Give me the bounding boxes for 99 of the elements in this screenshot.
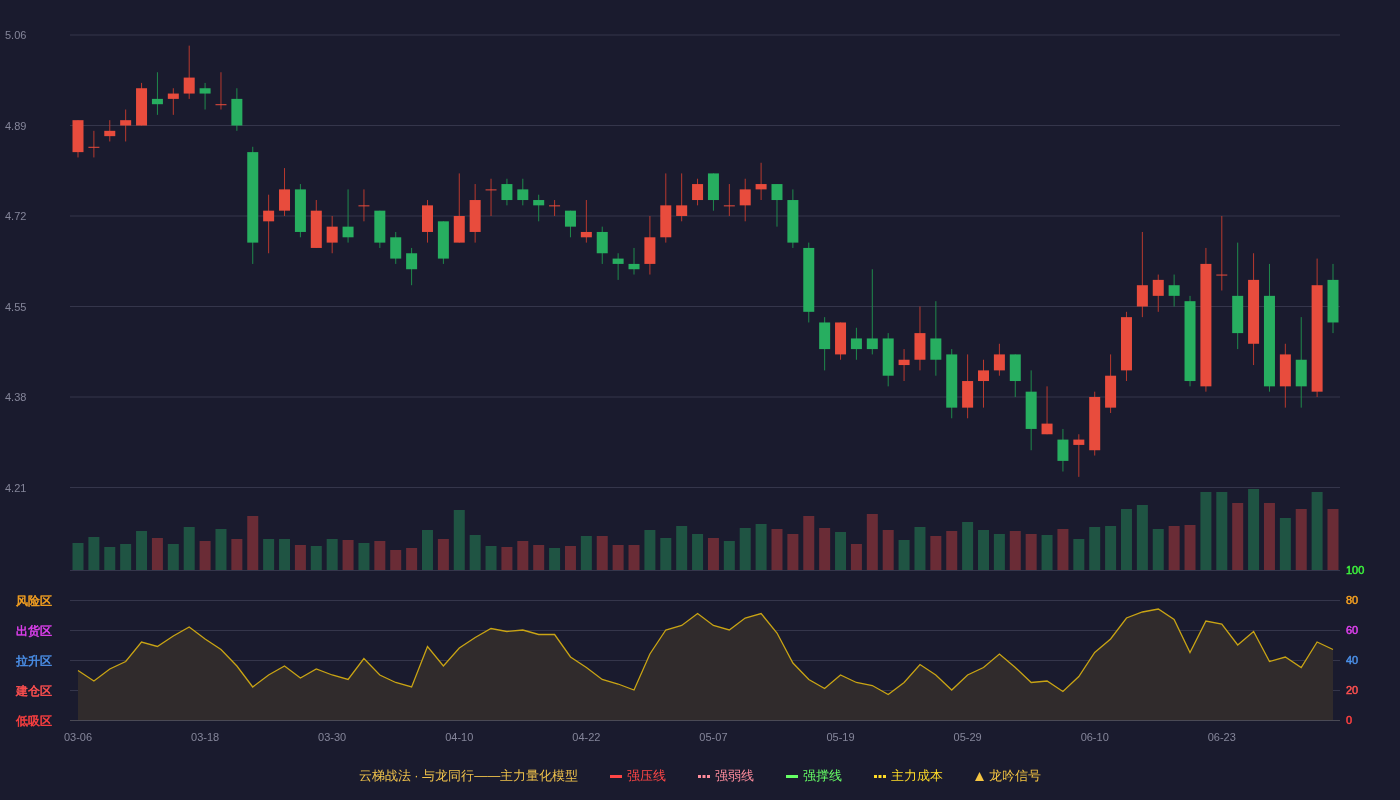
candle (580, 199, 592, 244)
candle (167, 87, 179, 116)
candle (294, 183, 306, 238)
date-tick-label: 04-22 (572, 731, 601, 743)
candle (406, 247, 418, 286)
candle (1168, 274, 1180, 307)
candle (183, 45, 195, 100)
level-tick-label: 0 (1346, 714, 1353, 726)
candle (533, 194, 545, 222)
level-tick-label: 60 (1346, 624, 1359, 636)
candle (1121, 311, 1132, 382)
candle (199, 82, 211, 111)
level-tick-label: 20 (1346, 684, 1359, 696)
candle (151, 71, 163, 116)
date-tick-label: 06-23 (1207, 731, 1236, 743)
date-tick-label: 03-18 (191, 731, 220, 743)
candle (390, 231, 402, 265)
candle (136, 82, 148, 126)
candle (978, 359, 989, 409)
level-tick-label: 40 (1346, 654, 1359, 666)
zone-label: 拉升区 (16, 654, 52, 668)
price-tick-label: 4.55 (5, 300, 27, 313)
candle (707, 172, 719, 212)
candle (850, 327, 862, 361)
candle (993, 343, 1005, 377)
candle (898, 348, 910, 382)
candle (692, 178, 704, 206)
candle (104, 119, 116, 142)
candle (1105, 353, 1117, 414)
candle (771, 183, 783, 228)
candle (469, 183, 481, 244)
candle (1073, 433, 1085, 478)
price-tick-label: 4.72 (5, 210, 27, 222)
candle (485, 178, 497, 217)
candle (120, 109, 132, 142)
candle (358, 188, 370, 222)
candle (72, 119, 84, 158)
level-tick-label: 100 (1346, 564, 1365, 576)
candle (374, 210, 386, 249)
candle (422, 199, 433, 244)
candle (1089, 391, 1101, 457)
date-tick-label: 05-29 (953, 731, 982, 743)
legend-title: 云梯战法 · 与龙同行——主力量化模型 (358, 767, 579, 785)
candle (946, 348, 958, 419)
candle (628, 247, 640, 276)
candle (723, 183, 735, 217)
zone-label: 低吸区 (16, 714, 52, 728)
date-tick-label: 05-07 (699, 731, 728, 743)
legend-label: 强撑线 (803, 767, 843, 785)
candle (501, 178, 513, 206)
candle (88, 130, 100, 158)
date-tick-label: 05-19 (826, 731, 855, 743)
candle (326, 215, 338, 254)
level-tick-label: 80 (1346, 594, 1359, 606)
date-tick-label: 06-10 (1080, 731, 1109, 743)
candle (517, 178, 529, 206)
candle (882, 332, 894, 387)
candle (962, 353, 974, 419)
price-tick-label: 5.06 (5, 29, 27, 41)
zone-label: 建仓区 (16, 684, 52, 698)
candle (215, 71, 227, 111)
candle (660, 172, 672, 244)
legend-label: 主力成本 (891, 767, 944, 785)
candle (819, 316, 831, 371)
legend-label: 强弱线 (715, 767, 755, 785)
candle (755, 162, 767, 201)
candle (596, 226, 608, 265)
candle (549, 199, 561, 217)
candle (279, 167, 290, 217)
legend-label: 强压线 (627, 767, 667, 785)
zone-label: 出货区 (16, 624, 52, 638)
candle (787, 188, 799, 249)
candle (437, 220, 449, 265)
candle (342, 188, 354, 244)
price-tick-label: 4.38 (5, 391, 27, 403)
candle (564, 210, 576, 238)
candle (1152, 274, 1164, 313)
zone-label: 风险区 (16, 594, 52, 608)
candle (231, 87, 243, 132)
candle (1041, 385, 1053, 435)
candle (453, 172, 465, 244)
candle (1327, 263, 1339, 334)
price-tick-label: 4.21 (5, 481, 27, 494)
candle (644, 215, 656, 276)
candle (914, 306, 926, 371)
candle (835, 321, 847, 361)
candle (310, 199, 322, 249)
date-tick-label: 03-30 (318, 731, 347, 743)
date-tick-label: 04-10 (445, 731, 474, 743)
candle (612, 252, 624, 281)
legend-label: 龙吟信号 (989, 767, 1042, 785)
candle (676, 172, 688, 222)
price-tick-label: 4.89 (5, 119, 27, 132)
candle (739, 178, 751, 222)
date-tick-label: 03-06 (63, 731, 93, 743)
candle (1279, 343, 1291, 409)
candle (263, 194, 275, 254)
candle (1057, 428, 1069, 473)
candle (1009, 353, 1021, 398)
